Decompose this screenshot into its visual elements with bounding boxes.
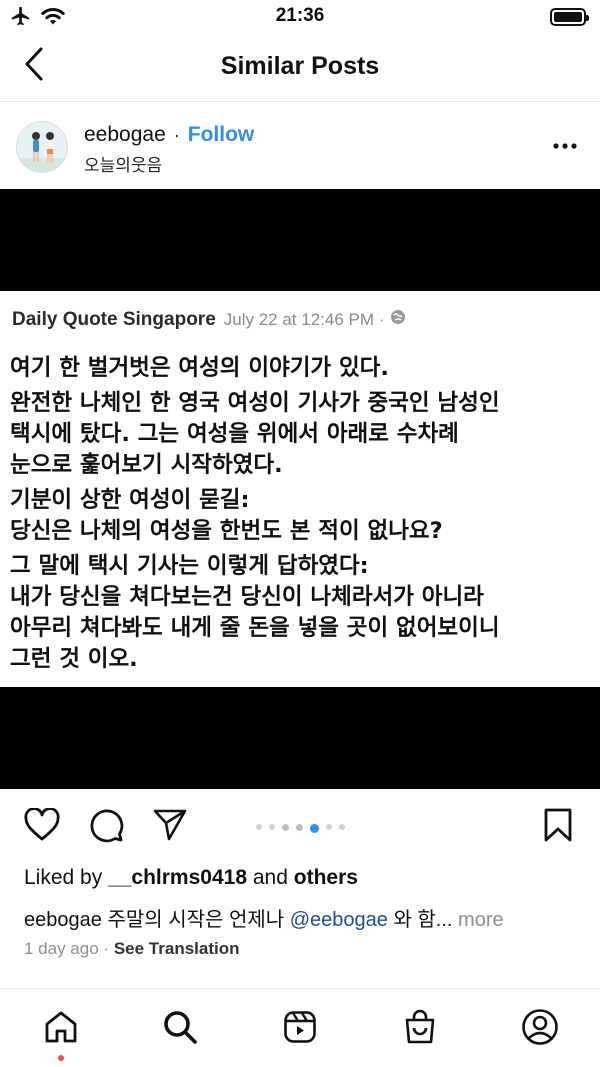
caption-mention[interactable]: @eebogae xyxy=(290,909,388,931)
quote-line: 여기 한 벌거벗은 여성의 이야기가 있다. xyxy=(10,355,389,381)
save-button[interactable] xyxy=(538,807,578,847)
quote-line: 그 말에 택시 기사는 이렇게 답하였다: xyxy=(10,553,369,579)
top-header: Similar Posts xyxy=(0,34,600,102)
quote-line: 눈으로 훑어보기 시작하였다. xyxy=(10,452,283,478)
user-row: eebogae · Follow xyxy=(84,123,254,147)
nav-reels[interactable] xyxy=(280,1009,320,1049)
shop-icon xyxy=(403,1009,437,1050)
carousel-dot xyxy=(255,824,262,830)
quote-line: 내가 당신을 쳐다보는건 당신이 나체라서가 아니라 xyxy=(10,584,484,610)
see-translation-link[interactable]: See Translation xyxy=(114,939,240,958)
separator: · xyxy=(173,124,180,145)
quote-line: 완전한 나체인 한 영국 여성이 기사가 중국인 남성인 xyxy=(10,390,500,416)
page-title: Similar Posts xyxy=(220,52,380,80)
carousel-indicator xyxy=(0,824,600,833)
post-caption: eebogae 주말의 시작은 언제나 @eebogae 와 함... more xyxy=(24,903,504,932)
home-icon xyxy=(43,1010,79,1049)
notification-dot xyxy=(58,1055,64,1061)
post-meta: 1 day ago · See Translation xyxy=(24,939,240,959)
likes-middle: and xyxy=(252,866,288,889)
quote-line: 당신은 나체의 여성을 한번도 본 적이 없나요? xyxy=(10,518,443,544)
quote-source-date: July 22 at 12:46 PM · xyxy=(223,310,385,329)
bookmark-icon xyxy=(543,807,573,848)
post-header: eebogae · Follow 오늘의웃음 xyxy=(0,103,600,189)
quote-line: 택시에 탔다. 그는 여성을 위에서 아래로 수차례 xyxy=(10,421,459,447)
carousel-dot-active xyxy=(309,824,319,833)
more-options-button[interactable] xyxy=(550,131,580,161)
quote-source-name: Daily Quote Singapore xyxy=(12,309,216,330)
post-subtitle: 오늘의웃음 xyxy=(84,156,163,175)
caption-tail: 와 함... xyxy=(393,909,453,931)
nav-shop[interactable] xyxy=(400,1009,440,1049)
globe-icon xyxy=(390,309,406,331)
quote-line: 아무리 쳐다봐도 내게 줄 돈을 넣을 곳이 없어보이니 xyxy=(10,615,500,641)
quote-image: Daily Quote Singapore July 22 at 12:46 P… xyxy=(0,291,600,687)
nav-profile[interactable] xyxy=(520,1008,560,1051)
profile-icon xyxy=(521,1008,559,1051)
quote-line: 기분이 상한 여성이 묻길: xyxy=(10,487,250,513)
more-horizontal-icon xyxy=(552,137,578,155)
caption-more-link[interactable]: more xyxy=(458,909,504,931)
search-icon xyxy=(162,1009,198,1050)
liker-username[interactable]: __chlrms0418 xyxy=(108,866,247,889)
post-media[interactable]: Daily Quote Singapore July 22 at 12:46 P… xyxy=(0,189,600,789)
follow-button[interactable]: Follow xyxy=(188,123,255,147)
quote-source: Daily Quote Singapore July 22 at 12:46 P… xyxy=(12,309,406,331)
likes-others[interactable]: others xyxy=(294,866,358,889)
bottom-nav xyxy=(0,988,600,1067)
post-time: 1 day ago xyxy=(24,939,99,958)
quote-line: 그런 것 이오. xyxy=(10,646,138,672)
carousel-dot xyxy=(295,824,303,831)
post-username[interactable]: eebogae xyxy=(84,123,166,147)
carousel-dot xyxy=(268,824,275,830)
status-bar: 21:36 xyxy=(0,0,600,34)
avatar[interactable] xyxy=(16,121,68,173)
nav-home[interactable] xyxy=(41,1009,81,1049)
likes-summary[interactable]: Liked by __chlrms0418 and others xyxy=(24,866,358,890)
carousel-dot xyxy=(281,824,289,831)
post-actions xyxy=(0,790,600,866)
meta-separator: · xyxy=(103,939,110,958)
reels-icon xyxy=(283,1010,317,1049)
caption-username[interactable]: eebogae xyxy=(24,909,102,931)
nav-search[interactable] xyxy=(160,1009,200,1049)
carousel-dot xyxy=(338,824,345,830)
quote-text: 여기 한 벌거벗은 여성의 이야기가 있다. 완전한 나체인 한 영국 여성이 … xyxy=(10,353,595,675)
battery-icon xyxy=(550,8,589,26)
caption-text: 주말의 시작은 언제나 xyxy=(107,909,285,931)
likes-prefix: Liked by xyxy=(24,866,103,889)
status-time: 21:36 xyxy=(275,5,325,26)
carousel-dot xyxy=(325,824,332,830)
